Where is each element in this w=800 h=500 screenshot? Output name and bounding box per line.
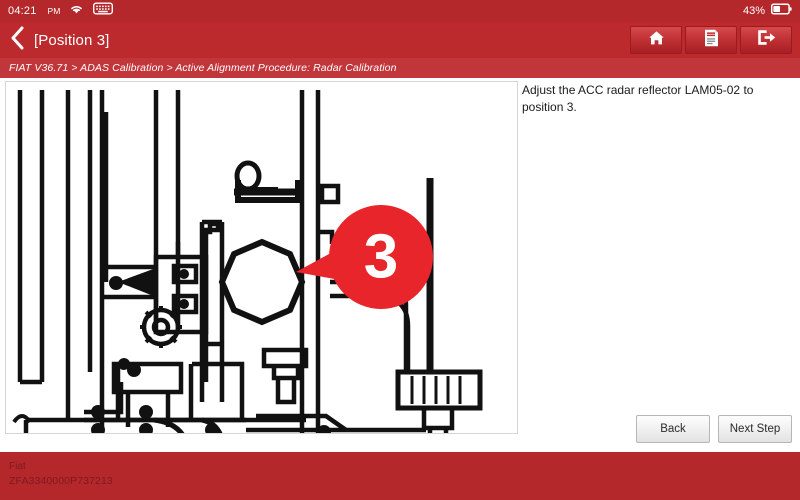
vehicle-make: Fiat (9, 461, 26, 472)
breadcrumb-text: FIAT V36.71 > ADAS Calibration > Active … (9, 62, 397, 74)
back-button[interactable]: Back (636, 415, 710, 443)
instruction-panel: Adjust the ACC radar reflector LAM05-02 … (520, 78, 792, 117)
report-document-icon (704, 29, 719, 52)
status-bar-left: 04:21 PM (8, 2, 114, 20)
status-bar: 04:21 PM 43% (0, 0, 800, 22)
exit-button[interactable] (740, 26, 792, 54)
step-navigation-buttons: Back Next Step (636, 415, 792, 443)
breadcrumb: FIAT V36.71 > ADAS Calibration > Active … (0, 58, 800, 78)
instruction-text: Adjust the ACC radar reflector LAM05-02 … (522, 83, 754, 115)
exit-arrow-icon (757, 29, 776, 51)
battery-icon (770, 2, 792, 20)
home-icon (648, 30, 665, 51)
calibration-diagram-panel: 3 (5, 81, 518, 434)
main-content: 3 Adjust the ACC radar reflector LAM05-0… (0, 78, 800, 452)
chevron-left-icon (10, 26, 25, 55)
battery-percent-label: 43% (742, 5, 765, 17)
calibration-diagram: 3 (6, 82, 517, 433)
page-title: [Position 3] (34, 31, 110, 49)
status-bar-right: 43% (743, 2, 792, 20)
status-time: 04:21 (8, 5, 37, 17)
vehicle-info-bar: Fiat ZFA3340000P737213 (0, 452, 800, 500)
back-navigation-button[interactable] (0, 22, 34, 58)
vehicle-vin: ZFA3340000P737213 (9, 475, 113, 487)
report-button[interactable] (685, 26, 737, 54)
header-action-buttons (630, 26, 800, 54)
keyboard-icon (93, 2, 114, 20)
adas-calibration-screen: 04:21 PM 43% [Position 3] FIAT V36.71 > … (0, 0, 800, 500)
callout-number: 3 (364, 223, 398, 292)
status-ampm: PM (47, 6, 61, 16)
title-bar: [Position 3] (0, 22, 800, 58)
home-button[interactable] (630, 26, 682, 54)
next-step-button[interactable]: Next Step (718, 415, 792, 443)
wifi-icon (69, 2, 84, 20)
